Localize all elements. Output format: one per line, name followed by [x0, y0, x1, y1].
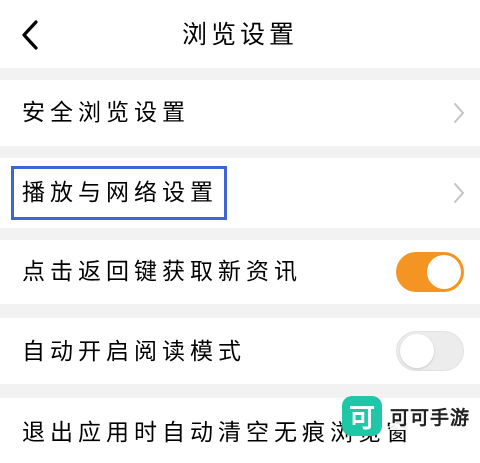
setting-row-back-key-news: 点击返回键获取新资讯 — [0, 240, 480, 304]
toggle-knob — [427, 255, 461, 289]
back-key-news-toggle[interactable] — [396, 252, 464, 292]
watermark-logo: 可 — [341, 396, 382, 436]
setting-row-auto-reading-mode: 自动开启阅读模式 — [0, 318, 480, 384]
setting-label: 点击返回键获取新资讯 — [22, 259, 302, 285]
toggle-knob — [400, 334, 434, 368]
setting-row-safe-browsing[interactable]: 安全浏览设置 — [0, 80, 480, 146]
section-divider — [0, 304, 480, 318]
section-divider — [0, 228, 480, 240]
watermark-text: 可可手游 — [389, 402, 470, 430]
auto-reading-mode-toggle[interactable] — [396, 331, 464, 371]
section-divider — [0, 146, 480, 158]
highlight-box — [11, 166, 227, 220]
chevron-right-icon — [454, 183, 464, 203]
setting-label: 自动开启阅读模式 — [22, 339, 246, 365]
header-bar: 浏览设置 — [0, 0, 480, 68]
setting-label: 安全浏览设置 — [22, 100, 190, 126]
page-title: 浏览设置 — [181, 20, 298, 49]
chevron-right-icon — [454, 103, 464, 123]
watermark: 可 可可手游 — [341, 395, 470, 437]
section-divider — [0, 68, 480, 80]
